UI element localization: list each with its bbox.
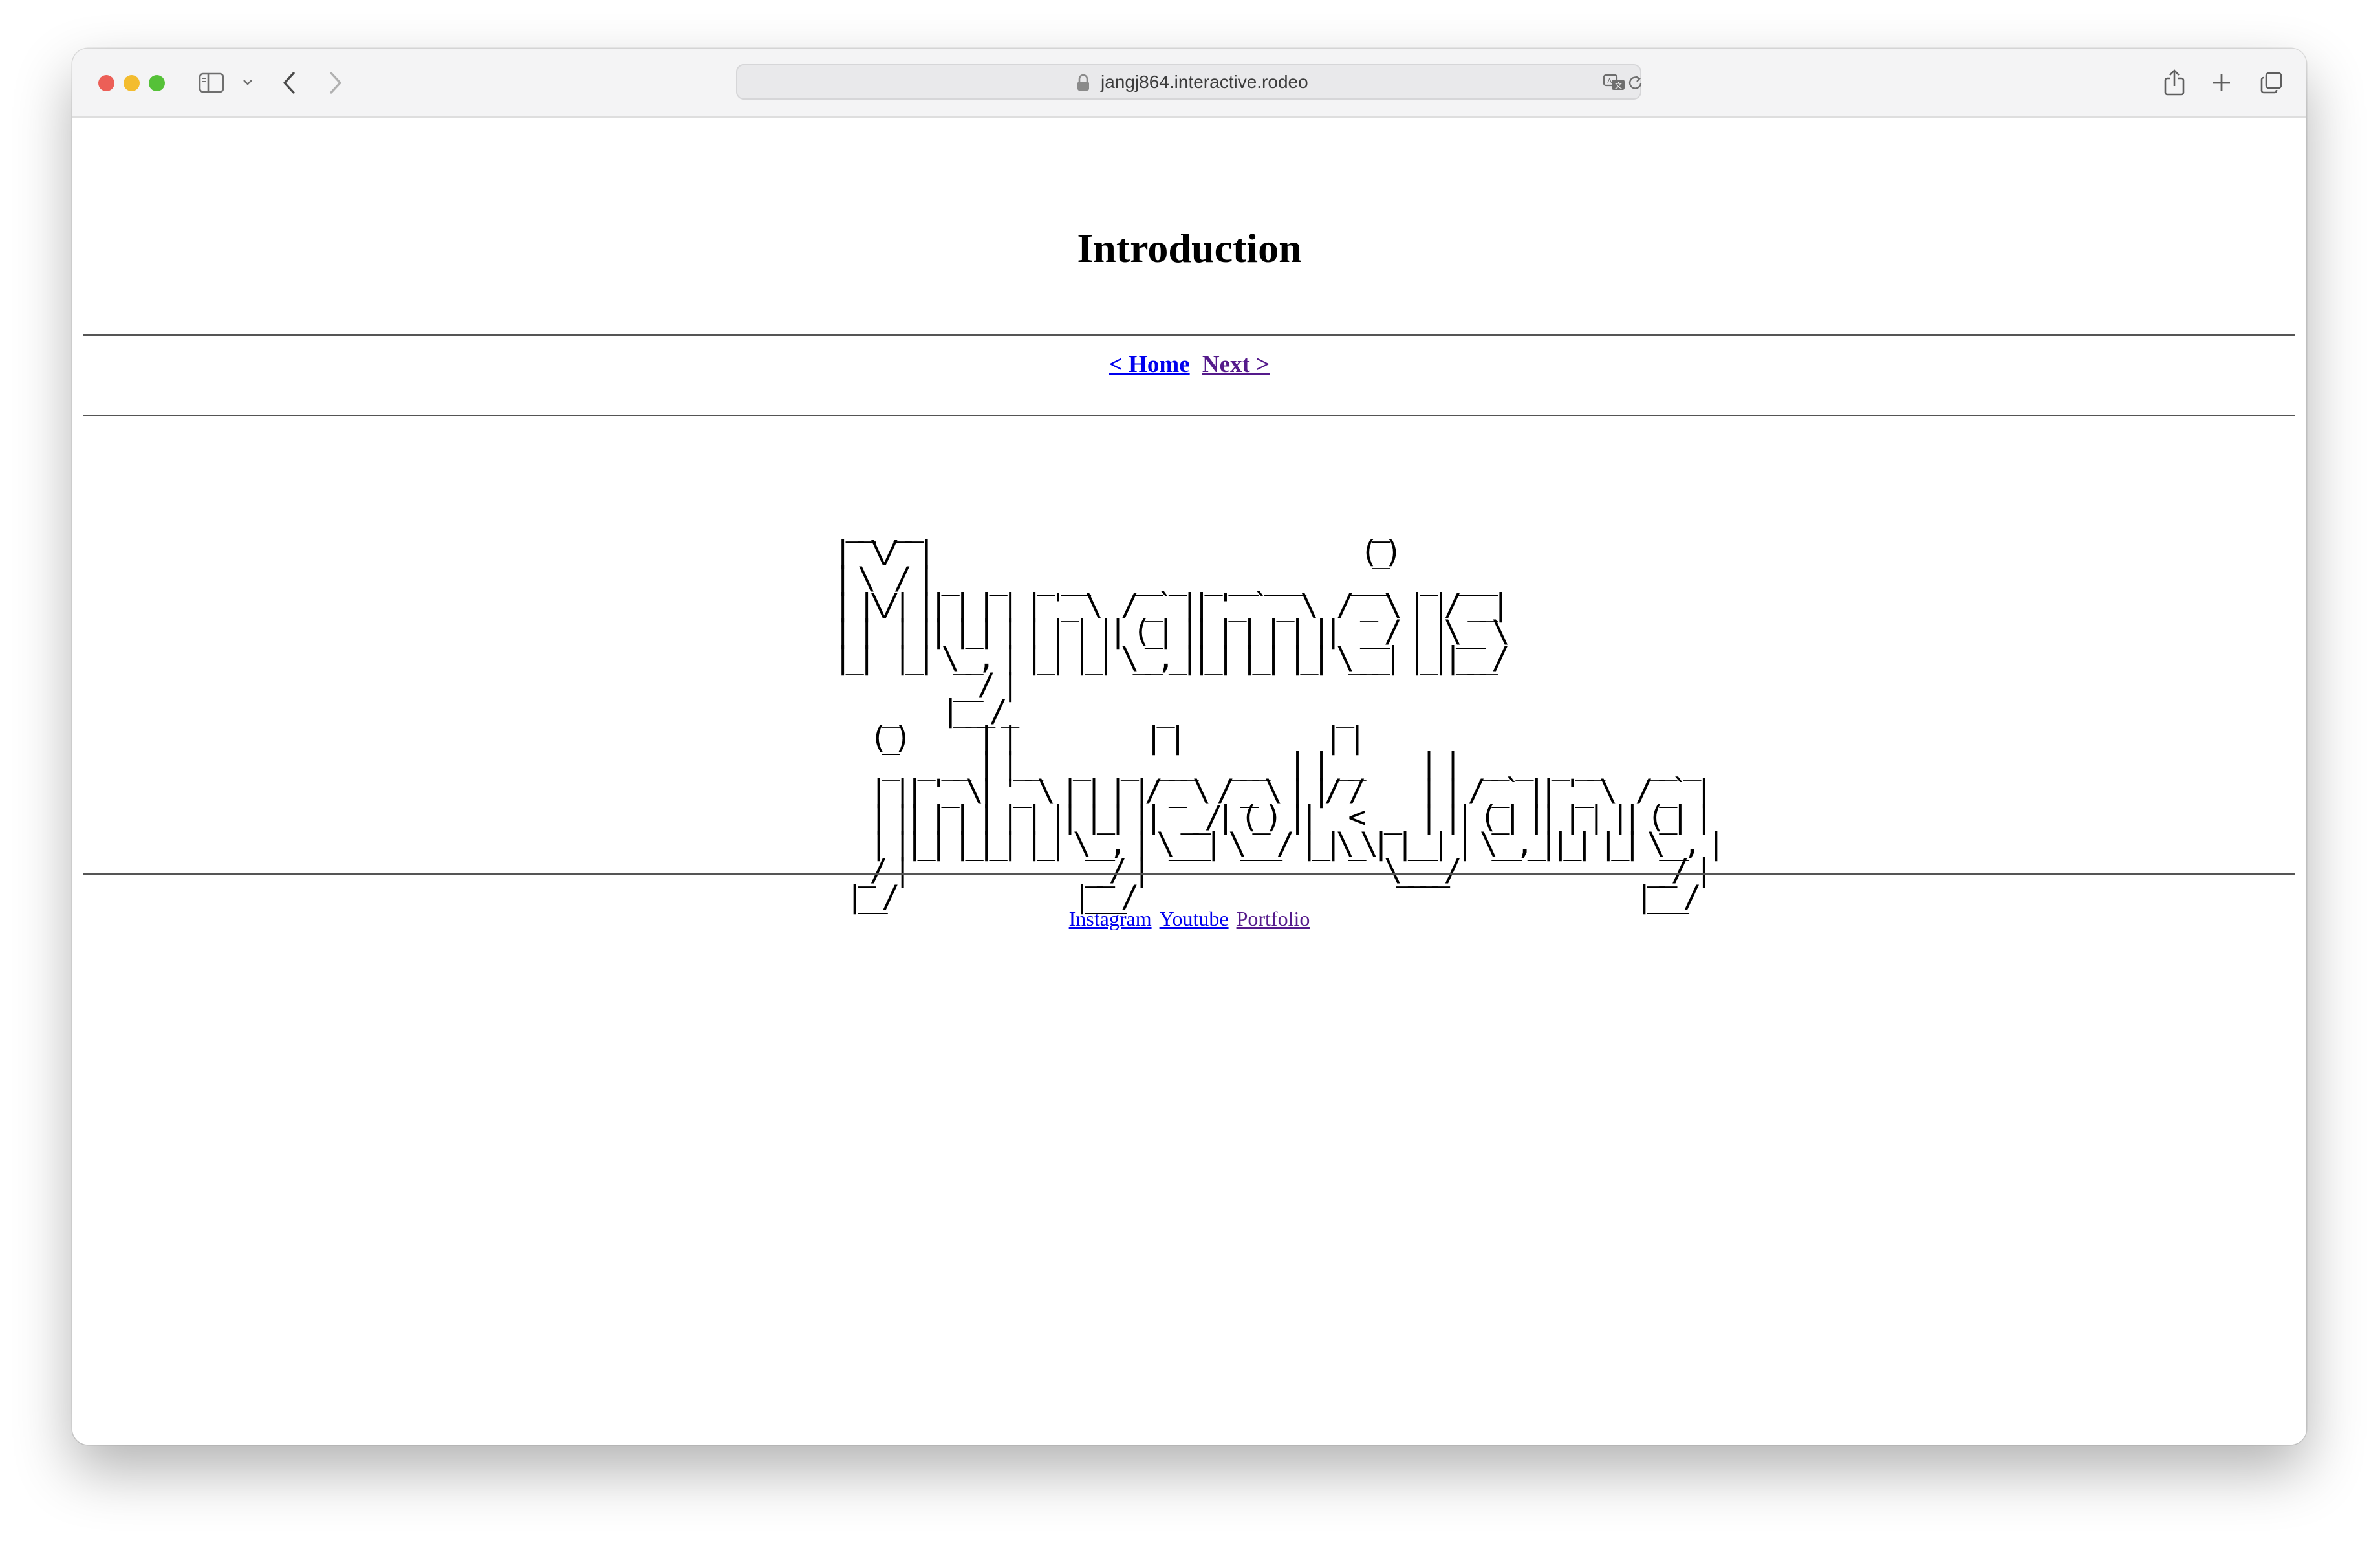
browser-toolbar: jangj864.interactive.rodeo A 文 bbox=[72, 49, 2306, 118]
reload-icon[interactable] bbox=[1627, 74, 1644, 95]
portfolio-link[interactable]: Portfolio bbox=[1237, 907, 1310, 930]
page-content: Introduction < Home Next > __ __ _ | \/ … bbox=[72, 118, 2306, 1445]
zoom-window-button[interactable] bbox=[149, 75, 165, 91]
footer-links: Instagram Youtube Portfolio bbox=[72, 907, 2306, 931]
forward-arrow-icon[interactable] bbox=[327, 71, 344, 95]
lock-icon bbox=[1076, 74, 1090, 94]
page-title: Introduction bbox=[1077, 225, 1302, 271]
divider bbox=[83, 873, 2295, 875]
chevron-down-icon[interactable] bbox=[243, 78, 253, 86]
back-arrow-icon[interactable] bbox=[281, 71, 298, 95]
page-navigation: < Home Next > bbox=[72, 351, 2306, 378]
translate-icon[interactable]: A 文 bbox=[1603, 73, 1626, 94]
browser-window: jangj864.interactive.rodeo A 文 Introduct… bbox=[72, 49, 2306, 1445]
address-bar[interactable]: jangj864.interactive.rodeo A 文 bbox=[736, 64, 1644, 100]
new-tab-icon[interactable] bbox=[2211, 72, 2232, 93]
url-text: jangj864.interactive.rodeo bbox=[1101, 72, 1308, 92]
share-icon[interactable] bbox=[2163, 68, 2185, 96]
minimize-window-button[interactable] bbox=[124, 75, 140, 91]
home-link[interactable]: < Home bbox=[1109, 351, 1190, 378]
svg-text:文: 文 bbox=[1615, 81, 1622, 90]
close-window-button[interactable] bbox=[98, 75, 114, 91]
sidebar-icon[interactable] bbox=[199, 72, 224, 93]
divider bbox=[83, 334, 2295, 336]
ascii-art-name-banner: __ __ _ | \/ | (_) | \ / | _ _ _ __ __ _… bbox=[834, 508, 1726, 915]
svg-text:A: A bbox=[1607, 77, 1612, 85]
tab-overview-icon[interactable] bbox=[2260, 71, 2283, 94]
instagram-link[interactable]: Instagram bbox=[1069, 907, 1152, 930]
next-link[interactable]: Next > bbox=[1202, 351, 1270, 378]
divider bbox=[83, 415, 2295, 416]
youtube-link[interactable]: Youtube bbox=[1160, 907, 1229, 930]
